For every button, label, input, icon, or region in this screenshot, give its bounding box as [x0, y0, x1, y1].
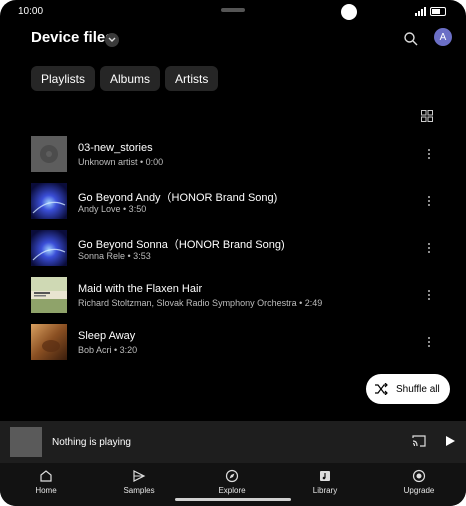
more-options-icon[interactable]: [422, 335, 436, 349]
shuffle-all-button[interactable]: Shuffle all: [366, 374, 450, 404]
chip-albums[interactable]: Albums: [100, 66, 161, 91]
drag-handle: [221, 8, 245, 12]
chip-artists[interactable]: Artists: [165, 66, 219, 91]
nav-library[interactable]: Library: [295, 469, 355, 495]
track-title: 03-new_stories: [78, 142, 153, 154]
mini-player-status: Nothing is playing: [52, 437, 131, 448]
cast-icon[interactable]: [412, 435, 426, 447]
track-subtitle: Sonna Rele • 3:53: [78, 251, 151, 261]
nav-explore[interactable]: Explore: [202, 469, 262, 495]
filter-chips: Playlists Albums Artists: [31, 66, 219, 91]
nav-home-label: Home: [35, 486, 57, 495]
track-title: Maid with the Flaxen Hair: [78, 283, 203, 295]
signal-icon: [415, 7, 426, 16]
track-title: Go Beyond Sonna（HONOR Brand Song): [78, 239, 285, 251]
status-icons: [415, 7, 446, 16]
device-screen: 10:00 Device files A Playlists Albums Ar…: [0, 0, 466, 506]
more-options-icon[interactable]: [422, 147, 436, 161]
list-item[interactable]: 03-new_stories Unknown artist • 0:00: [0, 134, 466, 181]
app-header: Device files A: [0, 26, 466, 54]
camera-cutout: [341, 4, 357, 20]
album-art: [31, 230, 67, 266]
status-time: 10:00: [18, 6, 44, 17]
track-subtitle: Richard Stoltzman, Slovak Radio Symphony…: [78, 298, 323, 308]
mini-player[interactable]: Nothing is playing: [0, 421, 466, 463]
search-icon[interactable]: [402, 30, 420, 48]
track-title: Sleep Away: [78, 330, 136, 342]
shuffle-icon: [375, 383, 388, 395]
avatar[interactable]: A: [434, 28, 452, 46]
home-icon: [40, 470, 52, 482]
nav-upgrade[interactable]: Upgrade: [389, 469, 449, 495]
samples-icon: [133, 470, 146, 482]
more-options-icon[interactable]: [422, 288, 436, 302]
compass-icon: [225, 469, 239, 483]
more-options-icon[interactable]: [422, 241, 436, 255]
nav-samples[interactable]: Samples: [109, 469, 169, 495]
album-art-placeholder: [31, 136, 67, 172]
grid-view-icon[interactable]: [421, 110, 433, 122]
album-art: [31, 183, 67, 219]
track-list: 03-new_stories Unknown artist • 0:00 Go …: [0, 134, 466, 369]
nav-library-label: Library: [312, 486, 338, 495]
track-title: Go Beyond Andy（HONOR Brand Song): [78, 192, 278, 204]
track-subtitle: Andy Love • 3:50: [78, 204, 147, 214]
nav-home[interactable]: Home: [16, 469, 76, 495]
library-icon: [320, 471, 330, 481]
gesture-bar: [175, 498, 291, 501]
chevron-down-icon[interactable]: [105, 33, 119, 47]
album-art: [31, 277, 67, 313]
page-title: Device files: [31, 29, 114, 46]
list-item[interactable]: Go Beyond Sonna（HONOR Brand Song) Sonna …: [0, 228, 466, 275]
list-item[interactable]: Maid with the Flaxen Hair Richard Stoltz…: [0, 275, 466, 322]
nav-explore-label: Explore: [218, 486, 246, 495]
nav-upgrade-label: Upgrade: [403, 486, 435, 495]
shuffle-label: Shuffle all: [396, 383, 440, 395]
mini-player-art: [10, 427, 42, 457]
album-art: [31, 324, 67, 360]
list-item[interactable]: Go Beyond Andy（HONOR Brand Song) Andy Lo…: [0, 181, 466, 228]
track-subtitle: Unknown artist • 0:00: [78, 157, 164, 167]
play-icon[interactable]: [444, 435, 456, 447]
more-options-icon[interactable]: [422, 194, 436, 208]
chip-playlists[interactable]: Playlists: [31, 66, 96, 91]
upgrade-icon: [412, 469, 426, 483]
track-subtitle: Bob Acri • 3:20: [78, 345, 138, 355]
status-bar: 10:00: [0, 0, 466, 24]
list-item[interactable]: Sleep Away Bob Acri • 3:20: [0, 322, 466, 369]
battery-icon: [430, 7, 446, 16]
nav-samples-label: Samples: [123, 486, 155, 495]
